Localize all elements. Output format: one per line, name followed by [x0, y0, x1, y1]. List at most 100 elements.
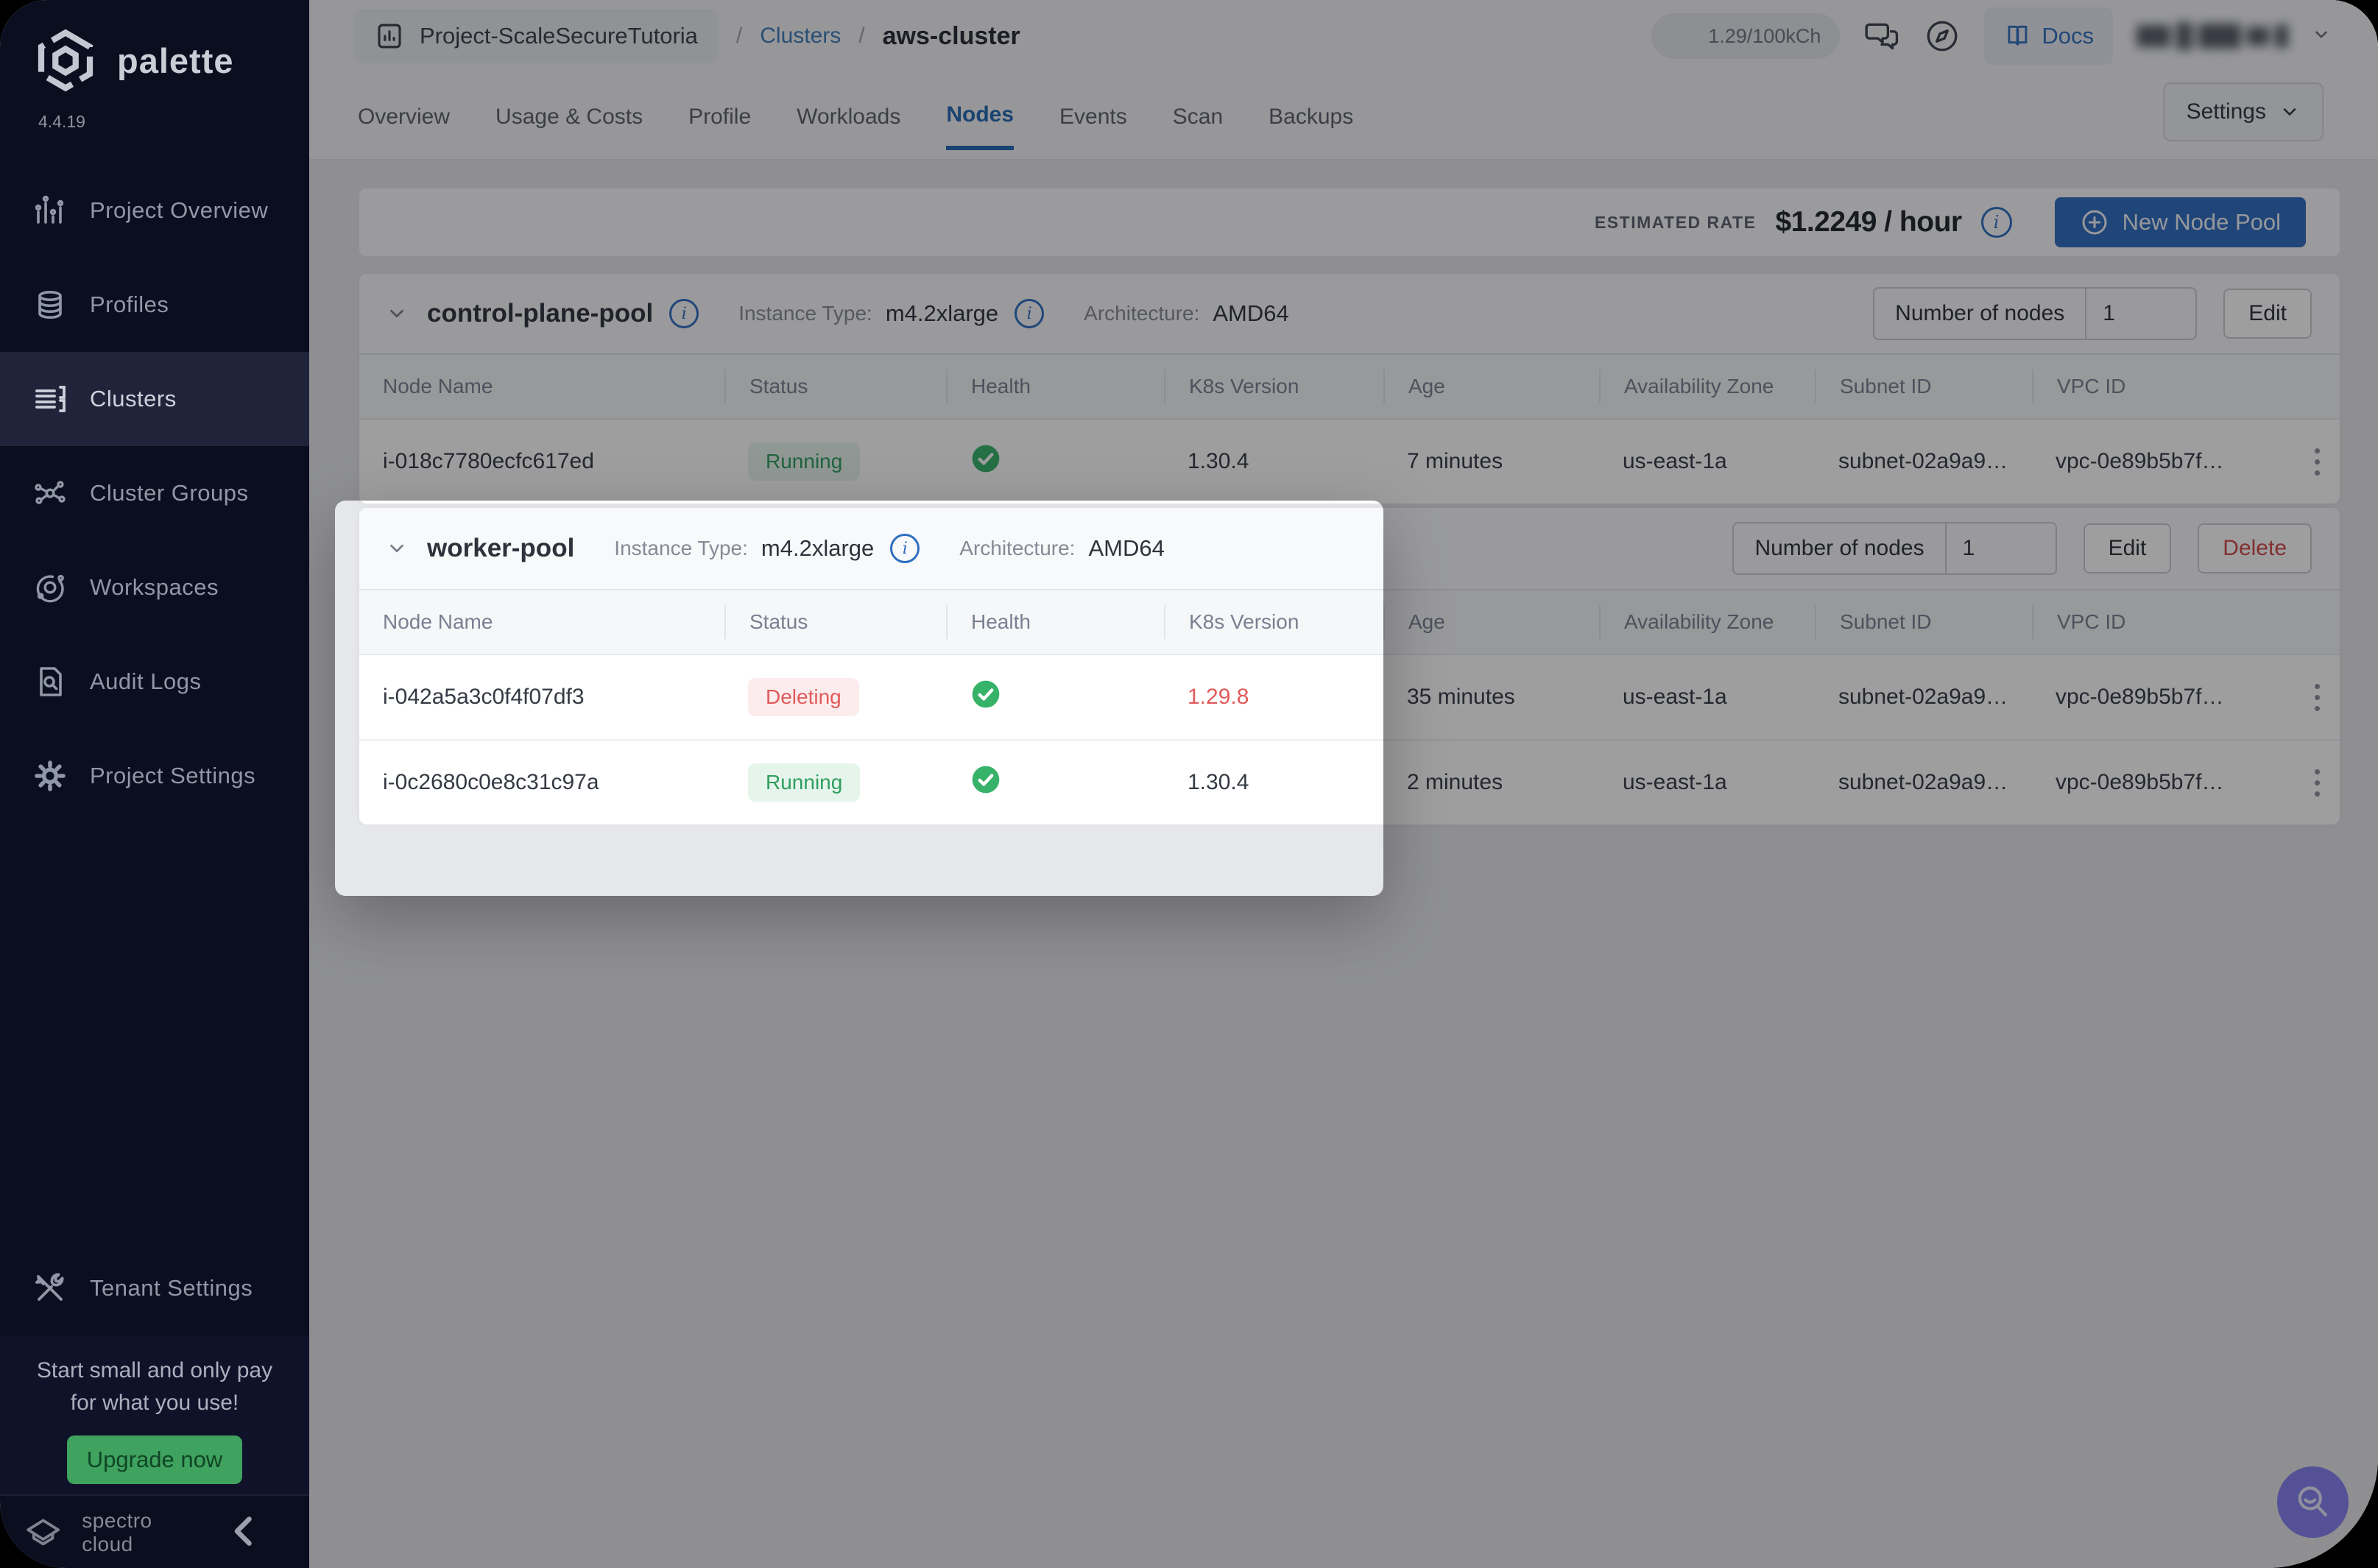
compass-icon[interactable] — [1924, 18, 1961, 54]
control-plane-pool-card: control-plane-pool i Instance Type: m4.2… — [359, 274, 2340, 502]
brand-name: palette — [117, 40, 234, 81]
table-row: i-042a5a3c0f4f07df3 Deleting 1.29.8 35 m… — [359, 655, 2340, 739]
k8s-version: 1.30.4 — [1164, 449, 1383, 474]
redacted-username[interactable] — [2137, 22, 2288, 50]
sidebar-footer: spectro cloud — [0, 1494, 309, 1568]
sidebar-item-workspaces[interactable]: Workspaces — [0, 540, 309, 635]
tab-nodes[interactable]: Nodes — [946, 84, 1014, 150]
chat-icon[interactable] — [1863, 18, 1900, 54]
sidebar-item-project-overview[interactable]: Project Overview — [0, 163, 309, 258]
subnet-id: subnet-02a9a9… — [1815, 685, 2032, 710]
gear-icon — [32, 758, 68, 794]
status-badge: Running — [748, 763, 860, 802]
number-of-nodes-input[interactable] — [1947, 523, 2056, 573]
sidebar-item-cluster-groups[interactable]: Cluster Groups — [0, 446, 309, 540]
layers-icon — [32, 287, 68, 322]
upgrade-now-button[interactable]: Upgrade now — [67, 1435, 242, 1484]
sidebar-item-clusters[interactable]: Clusters — [0, 352, 309, 446]
node-name: i-018c7780ecfc617ed — [359, 449, 724, 474]
tab-overview[interactable]: Overview — [358, 84, 450, 150]
control-plane-pool-header: control-plane-pool i Instance Type: m4.2… — [359, 274, 2340, 353]
collapse-sidebar-icon[interactable] — [200, 1507, 269, 1559]
breadcrumb-separator: / — [858, 24, 864, 49]
project-chart-icon — [374, 21, 405, 52]
docs-button[interactable]: Docs — [1984, 7, 2113, 65]
breadcrumb-project[interactable]: Project-ScaleSecureTutoria — [353, 9, 719, 63]
sidebar-item-project-settings[interactable]: Project Settings — [0, 729, 309, 823]
sidebar: palette 4.4.19 Project Overview Profiles… — [0, 0, 309, 1568]
worker-pool-header: worker-pool Instance Type: m4.2xlarge i … — [359, 508, 2340, 589]
new-node-pool-button[interactable]: New Node Pool — [2055, 197, 2306, 247]
chevron-down-icon — [2279, 102, 2300, 122]
rate-info-icon[interactable]: i — [1981, 207, 2012, 238]
search-feedback-fab[interactable] — [2277, 1466, 2349, 1538]
document-search-icon — [32, 664, 68, 699]
edit-pool-button[interactable]: Edit — [2223, 289, 2312, 339]
subnet-id: subnet-02a9a9… — [1815, 770, 2032, 795]
palette-logo-icon — [33, 27, 98, 94]
orbit-icon — [32, 570, 68, 605]
number-of-nodes-group: Number of nodes — [1732, 522, 2056, 575]
number-of-nodes-group: Number of nodes — [1873, 287, 2197, 340]
usage-credits-pill[interactable]: 1.29/100kCh — [1651, 13, 1840, 59]
subnet-id: subnet-02a9a9… — [1815, 449, 2032, 474]
table-header-row: Node Name Status Health K8s Version Age … — [359, 353, 2340, 420]
vpc-id: vpc-0e89b5b7f… — [2032, 449, 2271, 474]
instance-type-info-icon[interactable]: i — [890, 534, 920, 563]
brand-logo: palette — [33, 27, 234, 94]
delete-pool-button[interactable]: Delete — [2198, 523, 2312, 573]
app-window: palette 4.4.19 Project Overview Profiles… — [0, 0, 2378, 1568]
status-badge: Running — [748, 442, 860, 481]
health-ok-icon — [970, 763, 1002, 796]
status-badge: Deleting — [748, 678, 859, 716]
breadcrumb-clusters-link[interactable]: Clusters — [760, 24, 841, 49]
k8s-version: 1.29.8 — [1164, 685, 1383, 710]
sidebar-item-profiles[interactable]: Profiles — [0, 258, 309, 352]
settings-button[interactable]: Settings — [2163, 82, 2324, 141]
number-of-nodes-input[interactable] — [2086, 289, 2195, 339]
health-ok-icon — [970, 442, 1002, 475]
account-caret-icon[interactable] — [2312, 25, 2331, 48]
upgrade-promo: Start small and only pay for what you us… — [0, 1335, 309, 1494]
row-menu-icon[interactable] — [2295, 675, 2339, 719]
row-menu-icon[interactable] — [2295, 439, 2339, 484]
tab-profile[interactable]: Profile — [688, 84, 751, 150]
node-name: i-042a5a3c0f4f07df3 — [359, 685, 724, 710]
health-ok-icon — [970, 678, 1002, 710]
tab-scan[interactable]: Scan — [1173, 84, 1223, 150]
estimated-rate-bar: ESTIMATED RATE $1.2249 / hour i New Node… — [359, 188, 2340, 256]
sidebar-item-tenant-settings[interactable]: Tenant Settings — [0, 1241, 309, 1335]
pool-info-icon[interactable]: i — [669, 299, 699, 328]
collapse-pool-icon[interactable] — [386, 537, 408, 559]
availability-zone: us-east-1a — [1599, 449, 1815, 474]
promo-text: Start small and only pay for what you us… — [0, 1355, 309, 1419]
table-row: i-018c7780ecfc617ed Running 1.30.4 7 min… — [359, 420, 2340, 504]
tab-events[interactable]: Events — [1059, 84, 1127, 150]
node-age: 7 minutes — [1383, 449, 1599, 474]
node-age: 35 minutes — [1383, 685, 1599, 710]
nodes-content: ESTIMATED RATE $1.2249 / hour i New Node… — [309, 160, 2378, 1568]
tab-backups[interactable]: Backups — [1269, 84, 1353, 150]
instance-type-info-icon[interactable]: i — [1015, 299, 1044, 328]
estimated-rate-value: $1.2249 / hour — [1775, 206, 1961, 239]
book-icon — [2003, 22, 2031, 50]
edit-pool-button[interactable]: Edit — [2084, 523, 2172, 573]
tab-workloads[interactable]: Workloads — [797, 84, 900, 150]
network-nodes-icon — [32, 476, 68, 511]
pool-name: control-plane-pool — [427, 299, 653, 328]
main-area: Project-ScaleSecureTutoria / Clusters / … — [309, 0, 2378, 1568]
vpc-id: vpc-0e89b5b7f… — [2032, 685, 2271, 710]
tab-usage-costs[interactable]: Usage & Costs — [495, 84, 643, 150]
cluster-tabs: Overview Usage & Costs Profile Workloads… — [358, 84, 1353, 150]
magnifier-smile-icon — [2293, 1482, 2334, 1523]
row-menu-icon[interactable] — [2295, 760, 2339, 805]
sidebar-item-audit-logs[interactable]: Audit Logs — [0, 635, 309, 729]
table-header-row: Node Name Status Health K8s Version Age … — [359, 589, 2340, 655]
topbar: Project-ScaleSecureTutoria / Clusters / … — [309, 0, 2378, 160]
table-row: i-0c2680c0e8c31c97a Running 1.30.4 2 min… — [359, 739, 2340, 824]
footer-brand: spectro cloud — [82, 1509, 200, 1556]
collapse-pool-icon[interactable] — [386, 303, 408, 325]
vpc-id: vpc-0e89b5b7f… — [2032, 770, 2271, 795]
pool-controls: Number of nodes Edit — [1873, 287, 2340, 340]
breadcrumb-separator: / — [736, 24, 742, 49]
